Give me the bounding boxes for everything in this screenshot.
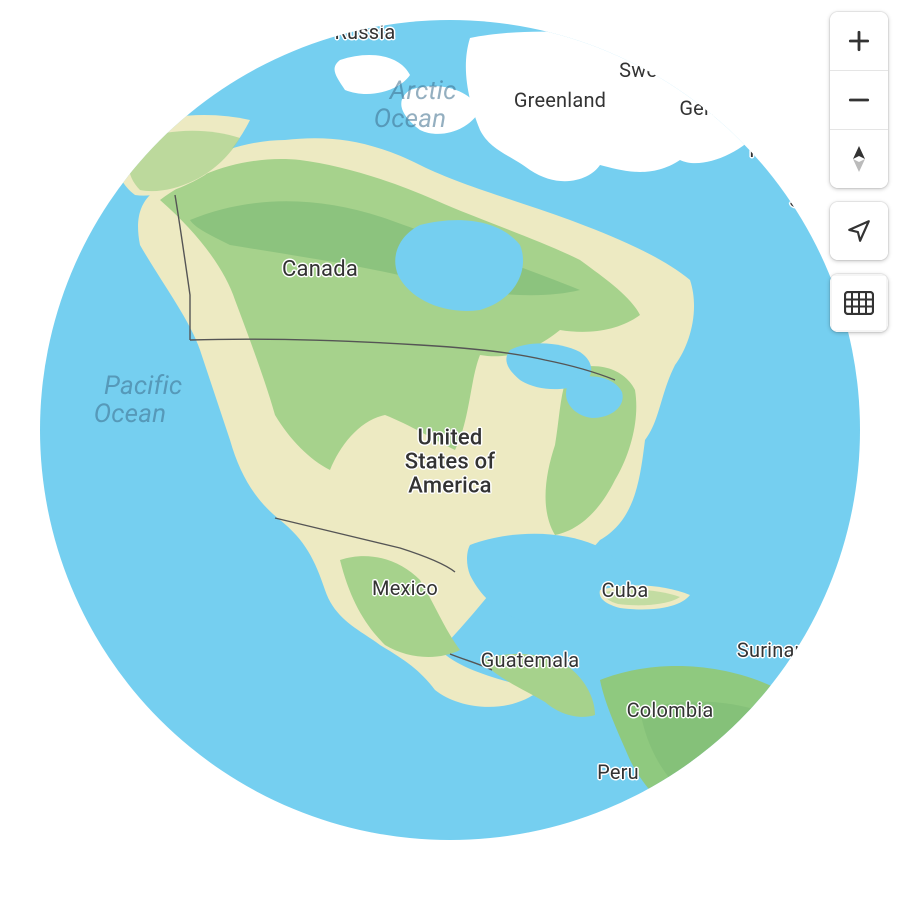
label-peru: Peru — [597, 761, 639, 783]
label-cuba: Cuba — [602, 579, 649, 601]
label-mexico: Mexico — [372, 577, 438, 599]
zoom-compass-group — [830, 12, 888, 188]
locate-icon — [846, 218, 872, 244]
label-suriname: Suriname — [737, 639, 823, 661]
locate-button[interactable] — [830, 202, 888, 260]
zoom-in-button[interactable] — [830, 12, 888, 70]
minus-icon — [846, 87, 872, 113]
graticule-button[interactable] — [830, 274, 888, 332]
label-russia: Russia — [335, 21, 396, 43]
map-controls — [830, 12, 888, 332]
label-pacific-ocean: PacificOcean — [78, 343, 183, 457]
label-sweden: Sweden — [619, 59, 691, 81]
globe-map[interactable]: ArcticOcean PacificOcean Russia Sweden G… — [40, 20, 860, 840]
compass-icon — [847, 144, 871, 174]
zoom-out-button[interactable] — [830, 70, 888, 129]
graticule-group — [830, 274, 888, 332]
compass-button[interactable] — [830, 129, 888, 188]
label-usa: United States of America — [405, 427, 495, 500]
label-greenland: Greenland — [514, 89, 606, 111]
label-france: France — [749, 139, 810, 161]
label-brazil: Brazil — [755, 704, 806, 726]
label-colombia: Colombia — [627, 699, 714, 721]
label-arctic-ocean: ArcticOcean — [363, 48, 456, 162]
label-guatemala: Guatemala — [481, 649, 580, 671]
grid-icon — [844, 291, 874, 315]
locate-group — [830, 202, 888, 260]
label-canada: Canada — [282, 258, 358, 282]
plus-icon — [846, 28, 872, 54]
label-germany: Germany — [679, 97, 760, 119]
